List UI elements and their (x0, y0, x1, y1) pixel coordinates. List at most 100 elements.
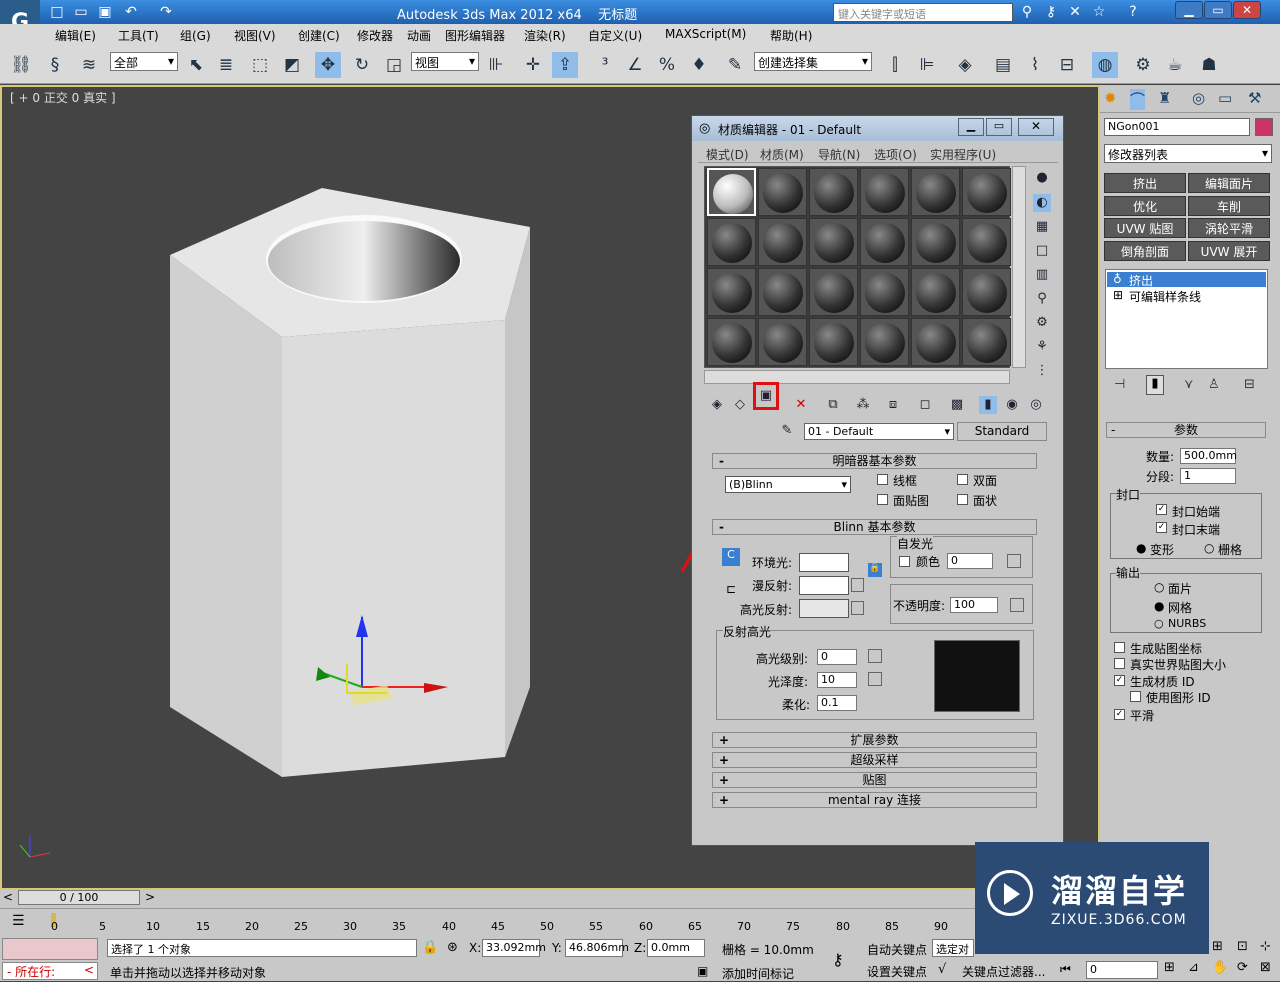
layer-manager-icon[interactable]: ◈ (952, 52, 978, 78)
make-copy-icon[interactable]: ⧉ (824, 396, 842, 414)
spinner-snap-icon[interactable]: ♦ (686, 52, 712, 78)
scale-icon[interactable]: ◲ (381, 52, 407, 78)
tools-icon[interactable]: ✕ (1066, 3, 1084, 21)
material-slot[interactable] (707, 218, 756, 266)
modifier-list-dropdown[interactable]: 修改器列表 ▾ (1104, 144, 1272, 163)
material-slot[interactable] (962, 268, 1011, 316)
material-slot[interactable] (860, 318, 909, 366)
blinn-params-rollout[interactable]: - Blinn 基本参数 (712, 519, 1037, 535)
search-input[interactable]: 键入关键字或短语 (833, 3, 1013, 22)
face-map-checkbox[interactable] (877, 494, 888, 505)
align-icon[interactable]: ⊫ (914, 52, 940, 78)
menu-rendering[interactable]: 渲染(R) (524, 27, 566, 44)
add-time-tag-icon[interactable]: ▣ (697, 964, 708, 978)
zoom-region-icon[interactable]: ⊹ (1260, 939, 1271, 954)
material-editor-titlebar[interactable]: ◎ 材质编辑器 - 01 - Default ▁ ▭ ✕ (692, 116, 1063, 141)
me-menu-options[interactable]: 选项(O) (874, 146, 917, 163)
remove-modifier-icon[interactable]: ♙ (1208, 377, 1220, 392)
specular-map-button[interactable] (851, 601, 864, 615)
pivot-center-icon[interactable]: ⊪ (483, 52, 509, 78)
material-id-channel-icon[interactable]: ◻ (916, 396, 934, 414)
material-slot[interactable] (911, 268, 960, 316)
me-menu-navigation[interactable]: 导航(N) (818, 146, 860, 163)
maximize-viewport-icon[interactable]: ⊠ (1260, 960, 1271, 975)
show-end-result-icon[interactable]: ▮ (979, 396, 997, 414)
morph-radio[interactable]: ● (1136, 541, 1146, 555)
go-forward-sibling-icon[interactable]: ◎ (1027, 396, 1045, 414)
make-unique-icon[interactable]: ⁂ (854, 396, 872, 414)
lock-icon[interactable]: 🔒 (868, 563, 882, 577)
field-of-view-icon[interactable]: ⊿ (1188, 960, 1199, 975)
menu-group[interactable]: 组(G) (180, 27, 211, 44)
time-slider[interactable]: 0 / 100 (18, 890, 140, 905)
new-file-icon[interactable]: □ (48, 3, 66, 21)
wire-checkbox[interactable] (877, 474, 888, 485)
background-icon[interactable]: ▦ (1033, 218, 1051, 236)
faceted-checkbox[interactable] (957, 494, 968, 505)
material-slot[interactable] (707, 168, 756, 216)
pin-stack-icon[interactable]: ⊣ (1114, 377, 1125, 392)
orbit-icon[interactable]: ⟳ (1237, 960, 1248, 975)
time-config-icon[interactable]: ⊞ (1164, 960, 1175, 975)
segments-spinner[interactable]: 1 (1180, 468, 1236, 484)
help-icon[interactable]: ? (1124, 3, 1142, 21)
shader-dropdown[interactable]: (B)Blinn ▾ (725, 476, 851, 493)
real-world-map-checkbox[interactable] (1114, 658, 1125, 669)
cap-end-checkbox[interactable]: ✓ (1156, 522, 1167, 533)
timeslider-prev-button[interactable]: < (0, 890, 16, 906)
menu-create[interactable]: 创建(C) (298, 27, 340, 44)
window-crossing-icon[interactable]: ◩ (279, 52, 305, 78)
video-color-check-icon[interactable]: ▥ (1033, 266, 1051, 284)
get-material-icon[interactable]: ◈ (708, 396, 726, 414)
object-name-field[interactable]: NGon001 (1104, 118, 1250, 136)
nurbs-radio[interactable]: ○ (1154, 617, 1164, 630)
motion-tab-icon[interactable]: ◎ (1192, 89, 1205, 107)
supersampling-rollout[interactable]: + 超级采样 (712, 752, 1037, 768)
grid-radio[interactable]: ○ (1204, 541, 1214, 555)
expand-icon[interactable]: ⊞ (1113, 288, 1123, 302)
display-tab-icon[interactable]: ▭ (1218, 89, 1232, 107)
gen-material-ids-checkbox[interactable]: ✓ (1114, 675, 1125, 686)
put-to-scene-icon[interactable]: ◇ (731, 396, 749, 414)
material-slot[interactable] (758, 168, 807, 216)
material-editor-icon[interactable]: ◍ (1092, 52, 1118, 78)
key-mode-dropdown[interactable]: 选定对 (932, 939, 974, 957)
select-by-material-icon[interactable]: ⚘ (1033, 338, 1051, 356)
material-slot[interactable] (809, 268, 858, 316)
parameters-rollout[interactable]: - 参数 (1106, 422, 1266, 438)
maxscript-prompt[interactable]: - 所在行: < (2, 962, 98, 980)
material-slot[interactable] (809, 318, 858, 366)
menu-views[interactable]: 视图(V) (234, 27, 276, 44)
auto-key-button[interactable]: 自动关键点 (867, 941, 927, 958)
object-color-swatch[interactable] (1255, 118, 1273, 136)
material-name-field[interactable]: 01 - Default ▾ (804, 423, 954, 440)
material-slot[interactable] (809, 218, 858, 266)
key-filters-button[interactable]: 关键点过滤器... (962, 963, 1045, 980)
opacity-map-button[interactable] (1010, 598, 1024, 612)
selection-filter-dropdown[interactable]: 全部 ▾ (110, 52, 178, 71)
spec-level-map-button[interactable] (868, 649, 882, 663)
options-icon[interactable]: ⚙ (1033, 314, 1051, 332)
keyboard-shortcut-override-icon[interactable]: ⇪ (552, 52, 578, 78)
maximize-button[interactable]: ▭ (1204, 1, 1232, 19)
unlink-icon[interactable]: § (42, 52, 68, 78)
modifier-optimize-button[interactable]: 优化 (1104, 196, 1186, 216)
material-slot[interactable] (707, 318, 756, 366)
gen-map-coords-checkbox[interactable] (1114, 642, 1125, 653)
menu-maxscript[interactable]: MAXScript(M) (665, 27, 746, 41)
diffuse-map-button[interactable] (851, 578, 864, 592)
amount-spinner[interactable]: 500.0mm (1180, 448, 1237, 464)
y-coordinate-field[interactable]: 46.806mm (565, 939, 629, 957)
material-slot[interactable] (758, 318, 807, 366)
opacity-spinner[interactable]: 100 (950, 597, 998, 613)
modifier-edit-patch-button[interactable]: 编辑面片 (1188, 173, 1270, 193)
modifier-extrude-button[interactable]: 挤出 (1104, 173, 1186, 193)
lightbulb-icon[interactable]: ♁ (1113, 272, 1122, 286)
slot-hscrollbar[interactable] (704, 370, 1010, 384)
minimize-button[interactable]: ▁ (1175, 1, 1203, 19)
binoculars-icon[interactable]: ⚲ (1018, 3, 1036, 21)
move-icon[interactable]: ✥ (315, 52, 341, 78)
cap-start-checkbox[interactable]: ✓ (1156, 504, 1167, 515)
bind-spacewarp-icon[interactable]: ≋ (76, 52, 102, 78)
me-menu-material[interactable]: 材质(M) (760, 146, 804, 163)
